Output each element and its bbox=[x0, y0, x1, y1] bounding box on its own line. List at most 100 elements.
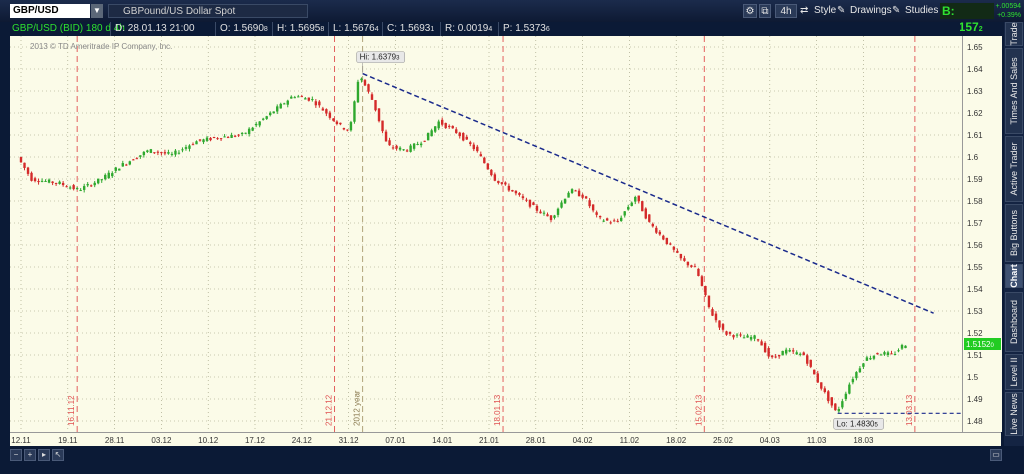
candle-body bbox=[261, 118, 265, 120]
candle-body bbox=[23, 162, 26, 168]
candle-body bbox=[304, 98, 307, 100]
chart-settings-icon[interactable]: ⚙ bbox=[743, 4, 757, 18]
candle-body bbox=[795, 352, 798, 355]
separator-label: 16.11.12 bbox=[67, 395, 76, 426]
candle-body bbox=[332, 118, 335, 121]
candle-body bbox=[104, 174, 107, 180]
candle-body bbox=[202, 139, 205, 143]
symbol-dropdown-button[interactable]: ▼ bbox=[91, 4, 103, 18]
candle-body bbox=[658, 231, 662, 235]
chart-plot-area[interactable]: 16.11.12 21.12.12 2012 year 18.01.13 15.02.1… bbox=[10, 36, 962, 432]
tab-times-and-sales[interactable]: Times And Sales bbox=[1005, 48, 1023, 134]
price-axis[interactable]: 1.48 1.49 1.5 1.51 1.52 1.53 1.54 1.55 1.56 1.57 1… bbox=[962, 36, 1002, 432]
candle-body bbox=[423, 140, 426, 142]
candle-body bbox=[65, 186, 68, 188]
candle-body bbox=[630, 202, 633, 206]
tab-active-trader[interactable]: Active Trader bbox=[1005, 136, 1023, 202]
tab-live-news[interactable]: Live News bbox=[1005, 392, 1023, 436]
candle-body bbox=[683, 258, 686, 261]
candle-body bbox=[251, 127, 254, 131]
candle-body bbox=[490, 169, 493, 176]
candle-body bbox=[44, 180, 47, 182]
candle-body bbox=[181, 149, 184, 151]
candle-body bbox=[462, 133, 465, 141]
candle-body bbox=[869, 358, 872, 360]
candle-body bbox=[349, 122, 353, 131]
style-icon[interactable]: ⇄ bbox=[800, 4, 808, 18]
candle-body bbox=[897, 350, 900, 352]
candle-body bbox=[419, 143, 423, 146]
y-tick-label: 1.52 bbox=[967, 329, 983, 338]
studies-icon[interactable]: ✎ bbox=[892, 4, 900, 18]
link-icon[interactable]: ⧉ bbox=[759, 4, 771, 18]
cursor-icon[interactable]: ↖ bbox=[52, 449, 64, 461]
tab-dashboard[interactable]: Dashboard bbox=[1005, 292, 1023, 352]
candle-body bbox=[518, 193, 521, 195]
tab-trade[interactable]: Trade bbox=[1005, 22, 1023, 46]
trend-line[interactable] bbox=[362, 72, 934, 314]
price-chart[interactable]: 16.11.12 21.12.12 2012 year 18.01.13 15.02.1… bbox=[10, 36, 962, 432]
tab-chart[interactable]: Chart bbox=[1005, 264, 1023, 288]
candle-body bbox=[479, 154, 483, 157]
candle-body bbox=[51, 181, 54, 184]
candle-body bbox=[279, 103, 282, 109]
candle-body bbox=[177, 152, 181, 154]
candle-body bbox=[437, 121, 440, 129]
x-tick-label: 11.03 bbox=[807, 436, 827, 445]
zoom-out-icon[interactable]: − bbox=[10, 449, 22, 461]
info-low: L: 1.56764 bbox=[328, 22, 379, 36]
candle-body bbox=[641, 201, 644, 212]
candle-body bbox=[732, 335, 735, 338]
candle-body bbox=[300, 96, 303, 98]
candle-body bbox=[370, 94, 374, 100]
candle-body bbox=[858, 368, 862, 373]
candle-body bbox=[609, 222, 612, 224]
candle-body bbox=[216, 138, 219, 140]
candle-body bbox=[528, 199, 532, 207]
candle-body bbox=[813, 369, 816, 375]
symbol-input[interactable]: GBP/USD bbox=[10, 4, 90, 18]
info-bar: GBP/USD (BID) 180 d 4h D: 28.01.13 21:00… bbox=[10, 22, 960, 36]
candle-body bbox=[707, 295, 711, 308]
candle-body bbox=[233, 135, 237, 137]
tab-big-buttons[interactable]: Big Buttons bbox=[1005, 204, 1023, 262]
candle-body bbox=[830, 397, 834, 406]
y-tick-label: 1.48 bbox=[967, 417, 983, 426]
candle-body bbox=[763, 343, 767, 353]
y-tick-label: 1.57 bbox=[967, 219, 983, 228]
x-tick-label: 28.01 bbox=[526, 436, 547, 445]
aggregation-button[interactable]: 4h bbox=[775, 4, 797, 18]
drawings-button[interactable]: Drawings bbox=[850, 4, 892, 18]
candle-body bbox=[384, 131, 388, 142]
style-button[interactable]: Style bbox=[814, 4, 836, 18]
candle-body bbox=[356, 81, 360, 103]
candle-body bbox=[328, 112, 332, 118]
candle-body bbox=[469, 142, 472, 145]
y-tick-label: 1.56 bbox=[967, 241, 983, 250]
zoom-in-icon[interactable]: + bbox=[24, 449, 36, 461]
candle-body bbox=[451, 125, 454, 129]
y-tick-label: 1.59 bbox=[967, 175, 983, 184]
x-tick-label: 10.12 bbox=[198, 436, 219, 445]
top-toolbar: GBP/USD ▼ GBPound/US Dollar Spot ⚙ ⧉ 4h … bbox=[0, 0, 1024, 34]
x-tick-label: 19.11 bbox=[58, 436, 78, 445]
candle-body bbox=[486, 163, 490, 170]
candle-body bbox=[725, 331, 728, 335]
studies-button[interactable]: Studies bbox=[905, 4, 938, 18]
candle-body bbox=[746, 335, 749, 338]
candle-body bbox=[19, 157, 23, 163]
tab-level-ii[interactable]: Level II bbox=[1005, 354, 1023, 390]
expand-icon[interactable]: ▭ bbox=[990, 449, 1002, 461]
candle-body bbox=[458, 132, 461, 137]
info-date: D: 28.01.13 21:00 bbox=[110, 22, 195, 36]
candle-body bbox=[360, 78, 363, 81]
x-tick-label: 12.11 bbox=[11, 436, 31, 445]
candle-body bbox=[156, 151, 160, 153]
candle-body bbox=[623, 211, 626, 216]
pencil-icon[interactable]: ✎ bbox=[837, 4, 845, 18]
candle-body bbox=[781, 350, 784, 356]
drag-icon[interactable]: ▸ bbox=[38, 449, 50, 461]
time-axis[interactable]: 12.11 19.11 28.11 03.12 10.12 17.12 24.12 31.12… bbox=[10, 432, 1001, 447]
candle-body bbox=[412, 143, 416, 149]
candle-body bbox=[820, 382, 823, 389]
